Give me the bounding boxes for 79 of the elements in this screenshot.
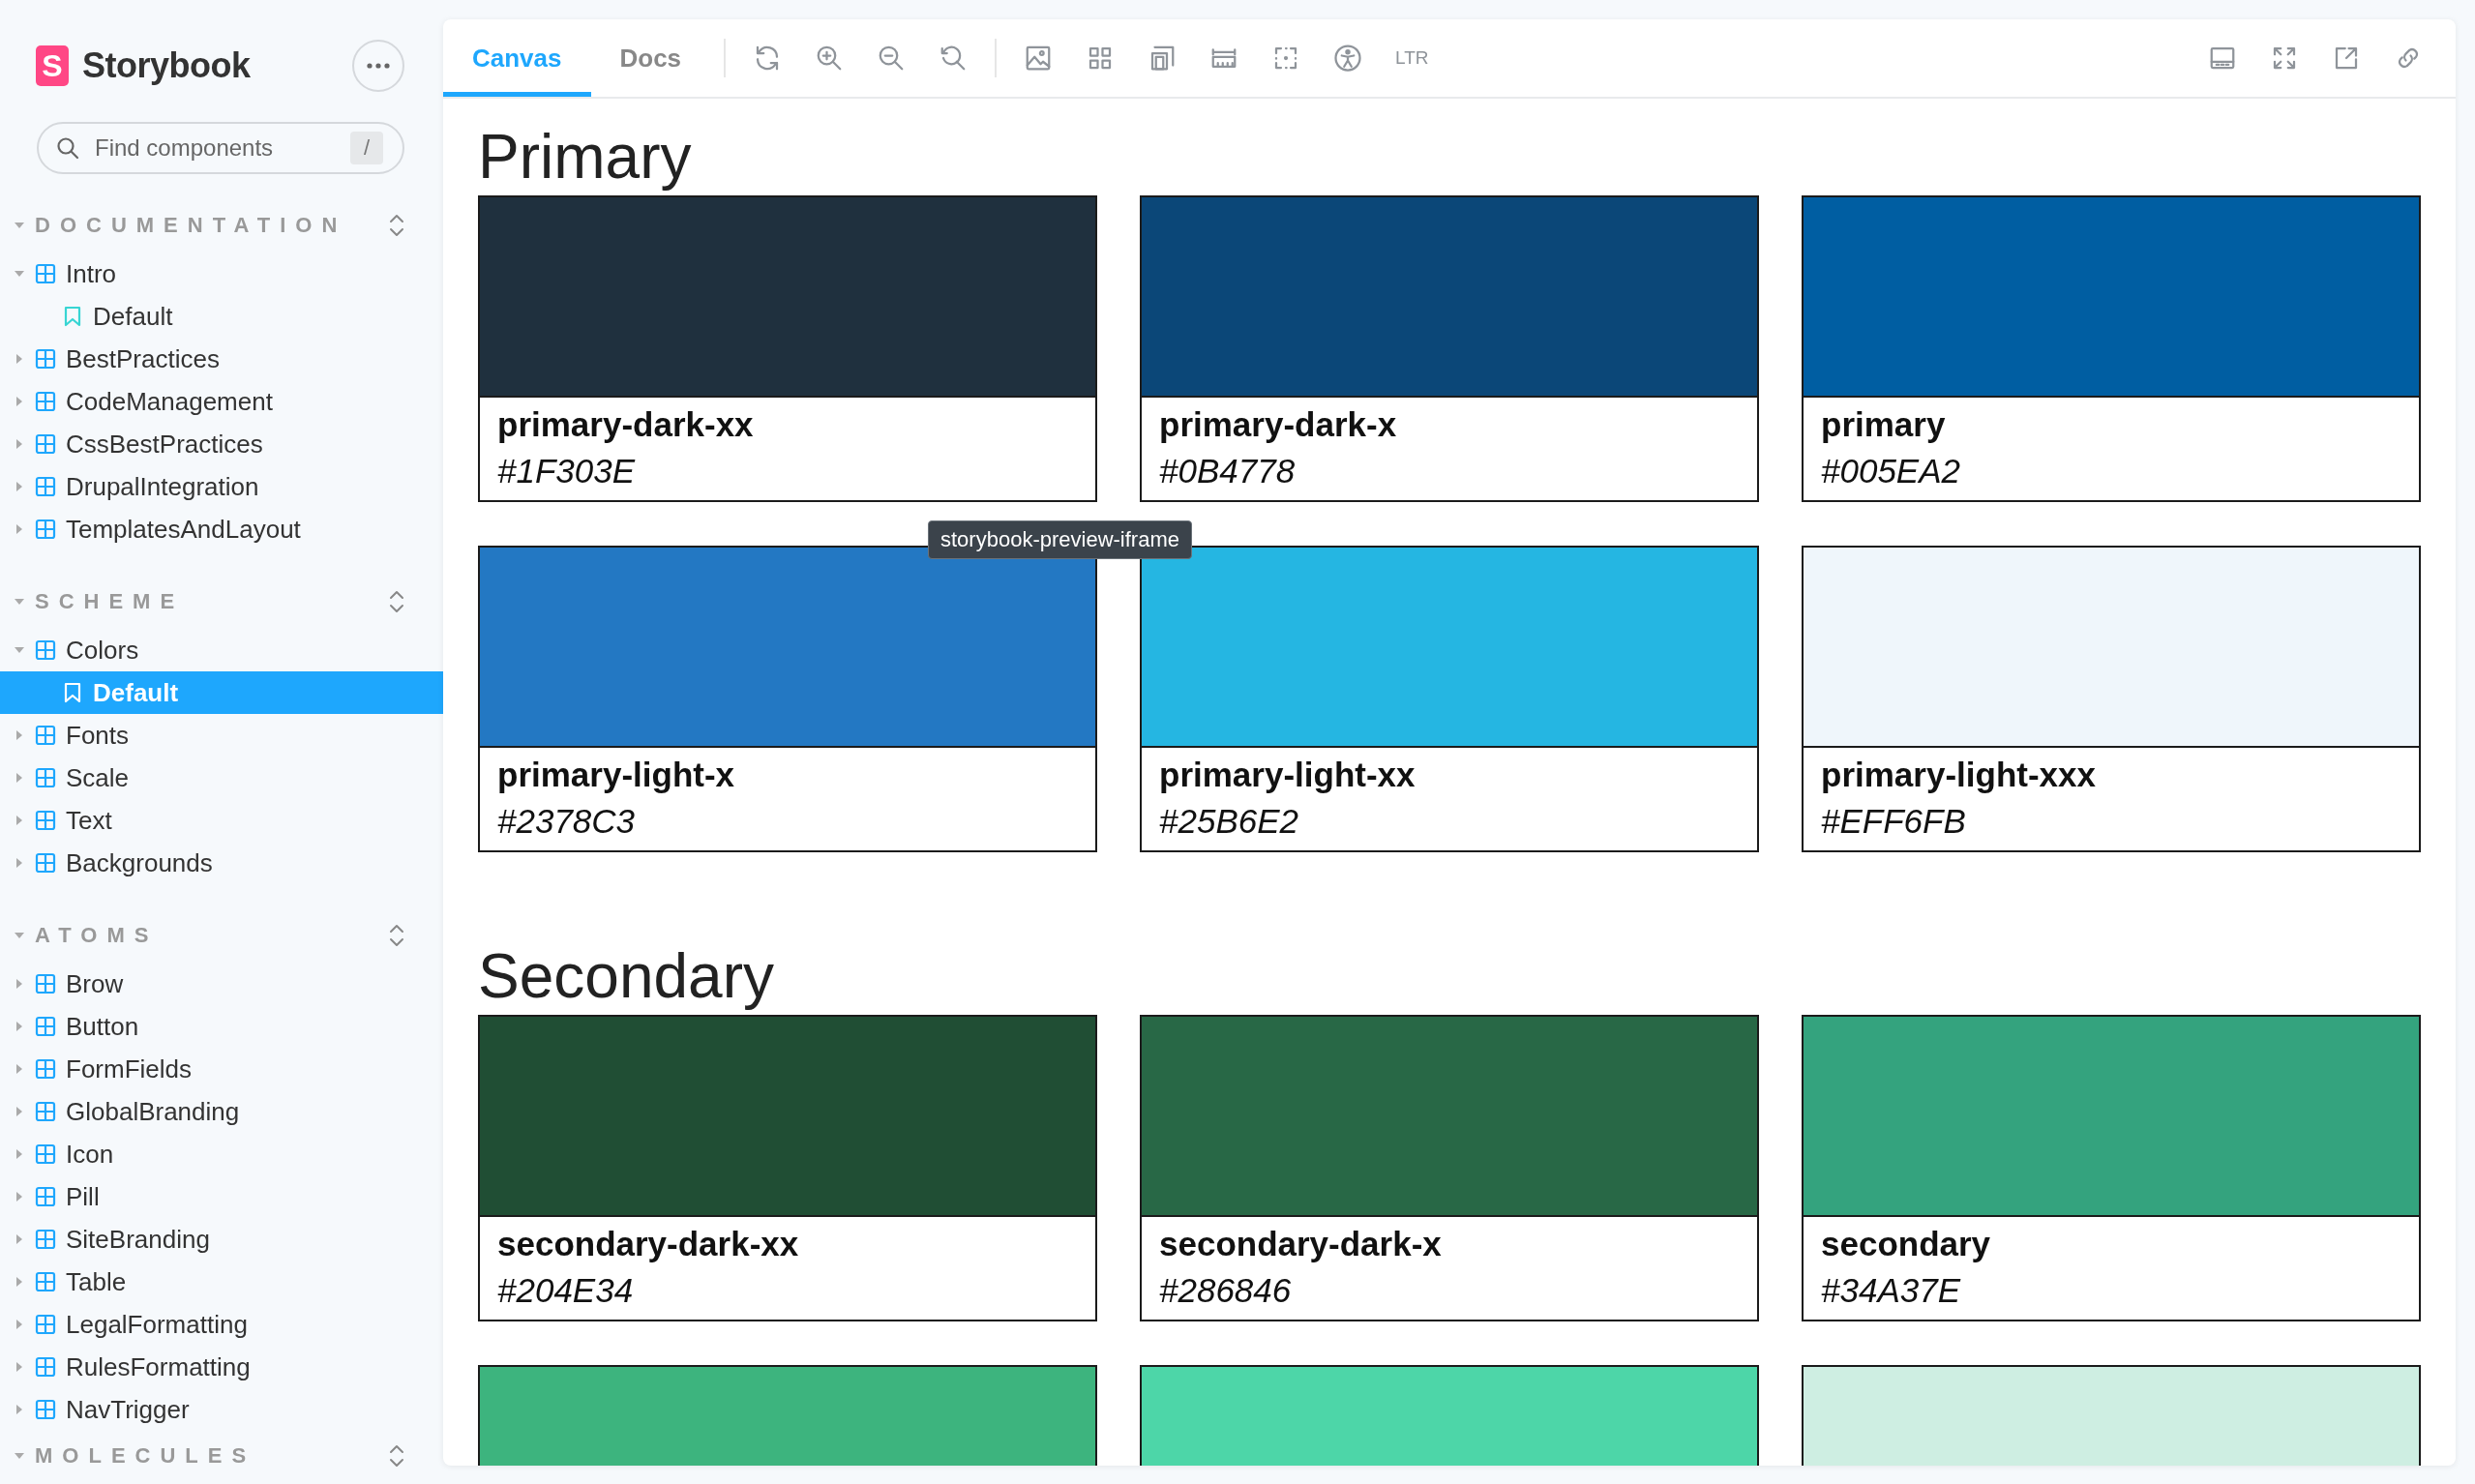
swatch-hex: #2378C3 [497, 801, 637, 842]
tree-item[interactable]: RulesFormatting [0, 1346, 443, 1388]
tree-item[interactable]: Table [0, 1261, 443, 1303]
tree-item[interactable]: GlobalBranding [0, 1090, 443, 1133]
tree-item[interactable]: BestPractices [0, 338, 443, 380]
swatch-hex: #34A37E [1821, 1270, 1962, 1311]
tree-item[interactable]: SiteBranding [0, 1218, 443, 1261]
component-icon [35, 476, 56, 497]
component-icon [35, 1058, 56, 1080]
component-icon [35, 1016, 56, 1037]
component-icon [35, 391, 56, 412]
group-heading: Primary [478, 123, 693, 191]
tree-item[interactable]: Colors [0, 629, 443, 671]
more-button[interactable] [352, 40, 404, 92]
tree-item[interactable]: TemplatesAndLayout [0, 508, 443, 550]
app-name: Storybook [82, 45, 251, 86]
component-icon [35, 1271, 56, 1292]
component-icon [35, 725, 56, 746]
tree-item[interactable]: LegalFormatting [0, 1303, 443, 1346]
group-heading: Secondary [478, 942, 775, 1010]
swatch-name: secondary [1821, 1224, 1992, 1264]
component-icon [35, 1143, 56, 1165]
tree-item[interactable]: Pill [0, 1175, 443, 1218]
component-icon [35, 1356, 56, 1378]
component-icon [35, 1229, 56, 1250]
tab[interactable]: Docs [590, 19, 711, 97]
component-icon [35, 973, 56, 994]
component-icon [35, 519, 56, 540]
swatch-hex: #286846 [1159, 1270, 1293, 1311]
tree-item[interactable]: NavTrigger [0, 1388, 443, 1431]
tree-item[interactable]: Fonts [0, 714, 443, 757]
tooltip: storybook-preview-iframe [928, 520, 1192, 559]
expand-collapse-icon[interactable] [389, 213, 404, 238]
component-icon [35, 639, 56, 661]
swatch-name: secondary-dark-x [1159, 1224, 1443, 1264]
swatch-hex: #25B6E2 [1159, 801, 1300, 842]
component-icon [35, 1399, 56, 1420]
tree-item[interactable]: Backgrounds [0, 842, 443, 884]
swatch-hex: #204E34 [497, 1270, 635, 1311]
tree-item[interactable]: FormFields [0, 1048, 443, 1090]
tree-item[interactable]: Default [0, 295, 443, 338]
tree-item[interactable]: Text [0, 799, 443, 842]
component-icon [35, 433, 56, 455]
swatch-hex: #EFF6FB [1821, 801, 1967, 842]
swatch-name: primary-dark-x [1159, 404, 1398, 445]
tree-item[interactable]: Button [0, 1005, 443, 1048]
component-icon [35, 1314, 56, 1335]
expand-collapse-icon[interactable] [389, 589, 404, 614]
swatch-hex: #0B4778 [1159, 451, 1297, 491]
expand-collapse-icon[interactable] [389, 1443, 404, 1469]
component-icon [35, 263, 56, 284]
tree-item[interactable]: Icon [0, 1133, 443, 1175]
tree-item[interactable]: Scale [0, 757, 443, 799]
tree-item[interactable]: Intro [0, 252, 443, 295]
bookmark-icon [64, 306, 81, 327]
tree-item[interactable]: CodeManagement [0, 380, 443, 423]
swatch-hex: #1F303E [497, 451, 637, 491]
swatch-name: primary-dark-xx [497, 404, 755, 445]
swatch-name: primary [1821, 404, 1947, 445]
component-icon [35, 767, 56, 788]
tree-item[interactable]: CssBestPractices [0, 423, 443, 465]
expand-collapse-icon[interactable] [389, 923, 404, 948]
swatch-name: primary-light-xx [1159, 755, 1416, 795]
tree-item[interactable]: DrupalIntegration [0, 465, 443, 508]
swatch-name: primary-light-xxx [1821, 755, 2097, 795]
component-icon [35, 348, 56, 370]
component-icon [35, 852, 56, 874]
component-icon [35, 1101, 56, 1122]
swatch-name: primary-light-x [497, 755, 736, 795]
accessibility-icon[interactable] [1333, 44, 1363, 73]
more-icon [367, 63, 390, 69]
component-icon [35, 1186, 56, 1207]
tree-item[interactable]: Brow [0, 963, 443, 1005]
swatch-hex: #005EA2 [1821, 451, 1962, 491]
bookmark-icon [64, 682, 81, 703]
swatch-name: secondary-dark-xx [497, 1224, 800, 1264]
search-icon [56, 136, 79, 160]
shortcut-key: / [350, 132, 383, 164]
component-icon [35, 810, 56, 831]
